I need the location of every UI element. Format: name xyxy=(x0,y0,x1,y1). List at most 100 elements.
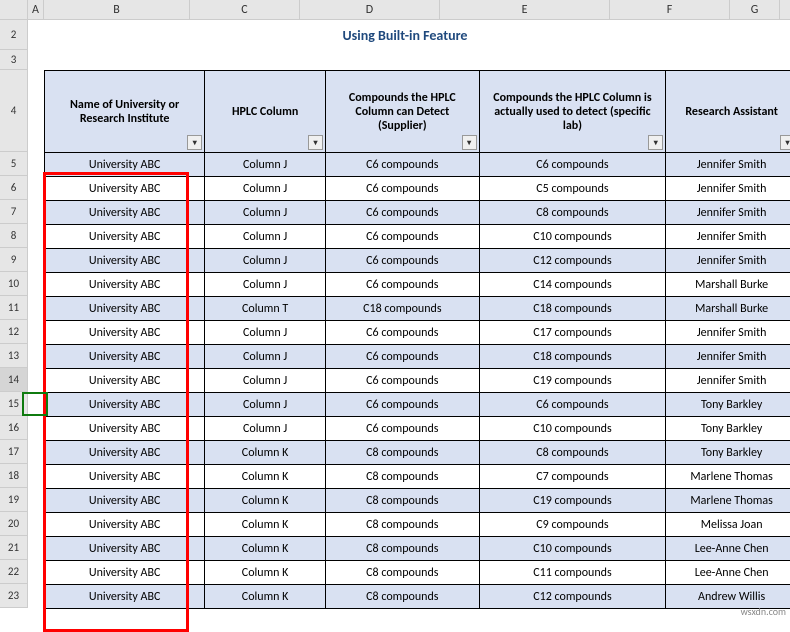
cell-e[interactable]: C11 compounds xyxy=(479,561,666,585)
cell-d[interactable]: C8 compounds xyxy=(325,441,479,465)
cell-b[interactable]: University ABC xyxy=(45,201,205,225)
cell-b[interactable]: University ABC xyxy=(45,417,205,441)
cell-e[interactable]: C6 compounds xyxy=(479,153,666,177)
col-header-a[interactable]: A xyxy=(28,0,44,19)
row-header-12[interactable]: 12 xyxy=(0,320,28,344)
cell-f[interactable]: Jennifer Smith xyxy=(666,153,790,177)
cell-d[interactable]: C6 compounds xyxy=(325,417,479,441)
filter-icon[interactable]: ▾ xyxy=(780,135,790,150)
cell-d[interactable]: C8 compounds xyxy=(325,537,479,561)
cell-e[interactable]: C19 compounds xyxy=(479,369,666,393)
row-header-20[interactable]: 20 xyxy=(0,512,28,536)
header-assistant[interactable]: Research Assistant ▾ xyxy=(666,71,790,153)
cell-b[interactable]: University ABC xyxy=(45,585,205,609)
cell-b[interactable]: University ABC xyxy=(45,225,205,249)
cell-c[interactable]: Column J xyxy=(205,321,326,345)
cell-f[interactable]: Jennifer Smith xyxy=(666,201,790,225)
row-header-23[interactable]: 23 xyxy=(0,584,28,608)
row-header-4[interactable]: 4 xyxy=(0,70,28,152)
cell-d[interactable]: C6 compounds xyxy=(325,177,479,201)
row-header-5[interactable]: 5 xyxy=(0,152,28,176)
col-header-c[interactable]: C xyxy=(190,0,300,19)
cell-d[interactable]: C6 compounds xyxy=(325,393,479,417)
cell-d[interactable]: C8 compounds xyxy=(325,513,479,537)
cell-b[interactable]: University ABC xyxy=(45,177,205,201)
cell-e[interactable]: C10 compounds xyxy=(479,417,666,441)
cell-e[interactable]: C5 compounds xyxy=(479,177,666,201)
cell-e[interactable]: C8 compounds xyxy=(479,201,666,225)
row-header-9[interactable]: 9 xyxy=(0,248,28,272)
cell-b[interactable]: University ABC xyxy=(45,561,205,585)
cell-d[interactable]: C8 compounds xyxy=(325,561,479,585)
cell-d[interactable]: C6 compounds xyxy=(325,369,479,393)
cell-e[interactable]: C7 compounds xyxy=(479,465,666,489)
cell-f[interactable]: Lee-Anne Chen xyxy=(666,561,790,585)
cell-d[interactable]: C8 compounds xyxy=(325,465,479,489)
col-header-d[interactable]: D xyxy=(300,0,440,19)
col-header-e[interactable]: E xyxy=(440,0,610,19)
cell-d[interactable]: C6 compounds xyxy=(325,153,479,177)
cell-f[interactable]: Lee-Anne Chen xyxy=(666,537,790,561)
cell-c[interactable]: Column K xyxy=(205,537,326,561)
cell-f[interactable]: Tony Barkley xyxy=(666,441,790,465)
header-hplc[interactable]: HPLC Column ▾ xyxy=(205,71,326,153)
cell-e[interactable]: C19 compounds xyxy=(479,489,666,513)
cell-b[interactable]: University ABC xyxy=(45,369,205,393)
row-header-22[interactable]: 22 xyxy=(0,560,28,584)
cell-c[interactable]: Column K xyxy=(205,513,326,537)
cell-e[interactable]: C18 compounds xyxy=(479,297,666,321)
cell-c[interactable]: Column J xyxy=(205,393,326,417)
cell-d[interactable]: C18 compounds xyxy=(325,297,479,321)
cell-b[interactable]: University ABC xyxy=(45,513,205,537)
row-header-13[interactable]: 13 xyxy=(0,344,28,368)
row-header-15[interactable]: 15 xyxy=(0,392,28,416)
cell-d[interactable]: C6 compounds xyxy=(325,249,479,273)
cell-e[interactable]: C12 compounds xyxy=(479,585,666,609)
cell-c[interactable]: Column K xyxy=(205,441,326,465)
cell-c[interactable]: Column T xyxy=(205,297,326,321)
cell-e[interactable]: C10 compounds xyxy=(479,537,666,561)
cell-e[interactable]: C18 compounds xyxy=(479,345,666,369)
cell-e[interactable]: C10 compounds xyxy=(479,225,666,249)
cell-e[interactable]: C6 compounds xyxy=(479,393,666,417)
cell-b[interactable]: University ABC xyxy=(45,153,205,177)
cell-e[interactable]: C12 compounds xyxy=(479,249,666,273)
header-detect-supplier[interactable]: Compounds the HPLC Column can Detect (Su… xyxy=(325,71,479,153)
cell-c[interactable]: Column J xyxy=(205,201,326,225)
cell-f[interactable]: Jennifer Smith xyxy=(666,249,790,273)
cell-f[interactable]: Jennifer Smith xyxy=(666,345,790,369)
cell-d[interactable]: C6 compounds xyxy=(325,345,479,369)
col-header-f[interactable]: F xyxy=(610,0,730,19)
cell-c[interactable]: Column J xyxy=(205,249,326,273)
cell-f[interactable]: Jennifer Smith xyxy=(666,177,790,201)
filter-icon[interactable]: ▾ xyxy=(648,135,663,150)
col-header-g[interactable]: G xyxy=(730,0,780,19)
cell-c[interactable]: Column J xyxy=(205,153,326,177)
row-header-18[interactable]: 18 xyxy=(0,464,28,488)
filter-icon[interactable]: ▾ xyxy=(462,135,477,150)
row-header-3[interactable]: 3 xyxy=(0,50,28,70)
cell-b[interactable]: University ABC xyxy=(45,249,205,273)
cell-e[interactable]: C14 compounds xyxy=(479,273,666,297)
cell-d[interactable]: C6 compounds xyxy=(325,321,479,345)
cell-c[interactable]: Column J xyxy=(205,177,326,201)
cell-b[interactable]: University ABC xyxy=(45,273,205,297)
cell-c[interactable]: Column J xyxy=(205,345,326,369)
cell-f[interactable]: Tony Barkley xyxy=(666,417,790,441)
col-header-b[interactable]: B xyxy=(44,0,190,19)
row-header-2[interactable]: 2 xyxy=(0,20,28,50)
cell-b[interactable]: University ABC xyxy=(45,321,205,345)
cell-c[interactable]: Column K xyxy=(205,585,326,609)
filter-icon[interactable]: ▾ xyxy=(308,135,323,150)
cell-f[interactable]: Tony Barkley xyxy=(666,393,790,417)
cell-c[interactable]: Column J xyxy=(205,273,326,297)
cell-d[interactable]: C6 compounds xyxy=(325,201,479,225)
cell-b[interactable]: University ABC xyxy=(45,465,205,489)
cell-f[interactable]: Jennifer Smith xyxy=(666,225,790,249)
filter-icon[interactable]: ▾ xyxy=(187,135,202,150)
cell-e[interactable]: C8 compounds xyxy=(479,441,666,465)
row-header-21[interactable]: 21 xyxy=(0,536,28,560)
header-university[interactable]: Name of University or Research Institute… xyxy=(45,71,205,153)
cell-e[interactable]: C17 compounds xyxy=(479,321,666,345)
row-header-8[interactable]: 8 xyxy=(0,224,28,248)
